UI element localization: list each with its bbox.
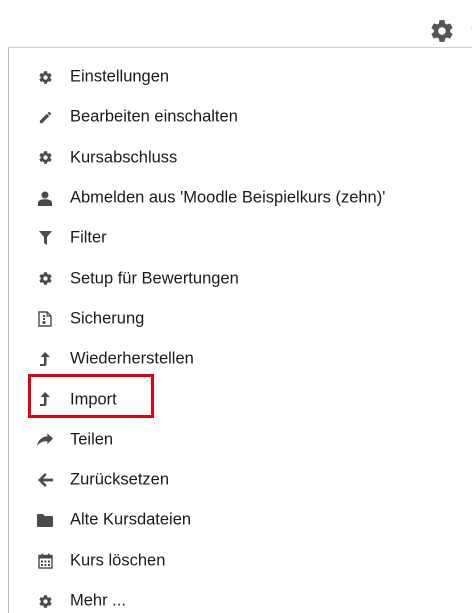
folder-icon (37, 512, 53, 528)
menu-item-label: Abmelden aus 'Moodle Beispielkurs (zehn)… (70, 188, 386, 207)
header-bar (8, 0, 472, 48)
calendar-icon (37, 553, 53, 569)
gear-icon (37, 593, 53, 609)
menu-item-wiederherstellen[interactable]: Wiederherstellen (9, 339, 472, 379)
menu-item-einstellungen[interactable]: Einstellungen (9, 57, 472, 97)
backup-file-icon (37, 311, 53, 327)
course-admin-menu: Einstellungen Bearbeiten einschalten Kur… (9, 57, 472, 613)
menu-item-label: Filter (70, 228, 107, 247)
menu-item-label: Wiederherstellen (70, 349, 194, 368)
menu-item-abmelden[interactable]: Abmelden aus 'Moodle Beispielkurs (zehn)… (9, 178, 472, 218)
gear-icon (37, 271, 53, 287)
menu-item-label: Mehr ... (70, 591, 126, 610)
menu-item-zuruecksetzen[interactable]: Zurücksetzen (9, 460, 472, 500)
menu-item-label: Teilen (70, 430, 114, 449)
menu-item-alte-kursdateien[interactable]: Alte Kursdateien (9, 500, 472, 540)
share-icon (37, 432, 53, 448)
menu-item-teilen[interactable]: Teilen (9, 420, 472, 460)
filter-icon (37, 230, 53, 246)
user-icon (37, 190, 53, 206)
menu-item-label: Zurücksetzen (70, 470, 170, 489)
menu-item-label: Kursabschluss (70, 148, 178, 167)
menu-item-kursabschluss[interactable]: Kursabschluss (9, 138, 472, 178)
menu-item-sicherung[interactable]: Sicherung (9, 299, 472, 339)
menu-item-label: Alte Kursdateien (70, 510, 192, 529)
gear-icon (37, 150, 53, 166)
menu-item-label: Kurs löschen (70, 551, 166, 570)
course-admin-page: Einstellungen Bearbeiten einschalten Kur… (0, 0, 472, 613)
level-up-icon (37, 392, 53, 408)
menu-item-label: Setup für Bewertungen (70, 269, 239, 288)
gear-icon (37, 69, 53, 85)
menu-item-bearbeiten-einschalten[interactable]: Bearbeiten einschalten (9, 97, 472, 137)
menu-item-import[interactable]: Import (9, 379, 472, 419)
gear-icon[interactable] (429, 18, 455, 44)
pencil-icon (37, 109, 53, 125)
arrow-left-icon (37, 472, 53, 488)
menu-item-kurs-loeschen[interactable]: Kurs löschen (9, 541, 472, 581)
menu-item-label: Einstellungen (70, 67, 170, 86)
menu-item-label: Import (70, 390, 117, 409)
menu-item-setup-bewertungen[interactable]: Setup für Bewertungen (9, 258, 472, 298)
menu-item-label: Sicherung (70, 309, 145, 328)
menu-item-label: Bearbeiten einschalten (70, 107, 238, 126)
level-up-icon (37, 351, 53, 367)
menu-item-filter[interactable]: Filter (9, 218, 472, 258)
menu-item-mehr[interactable]: Mehr ... (9, 581, 472, 613)
